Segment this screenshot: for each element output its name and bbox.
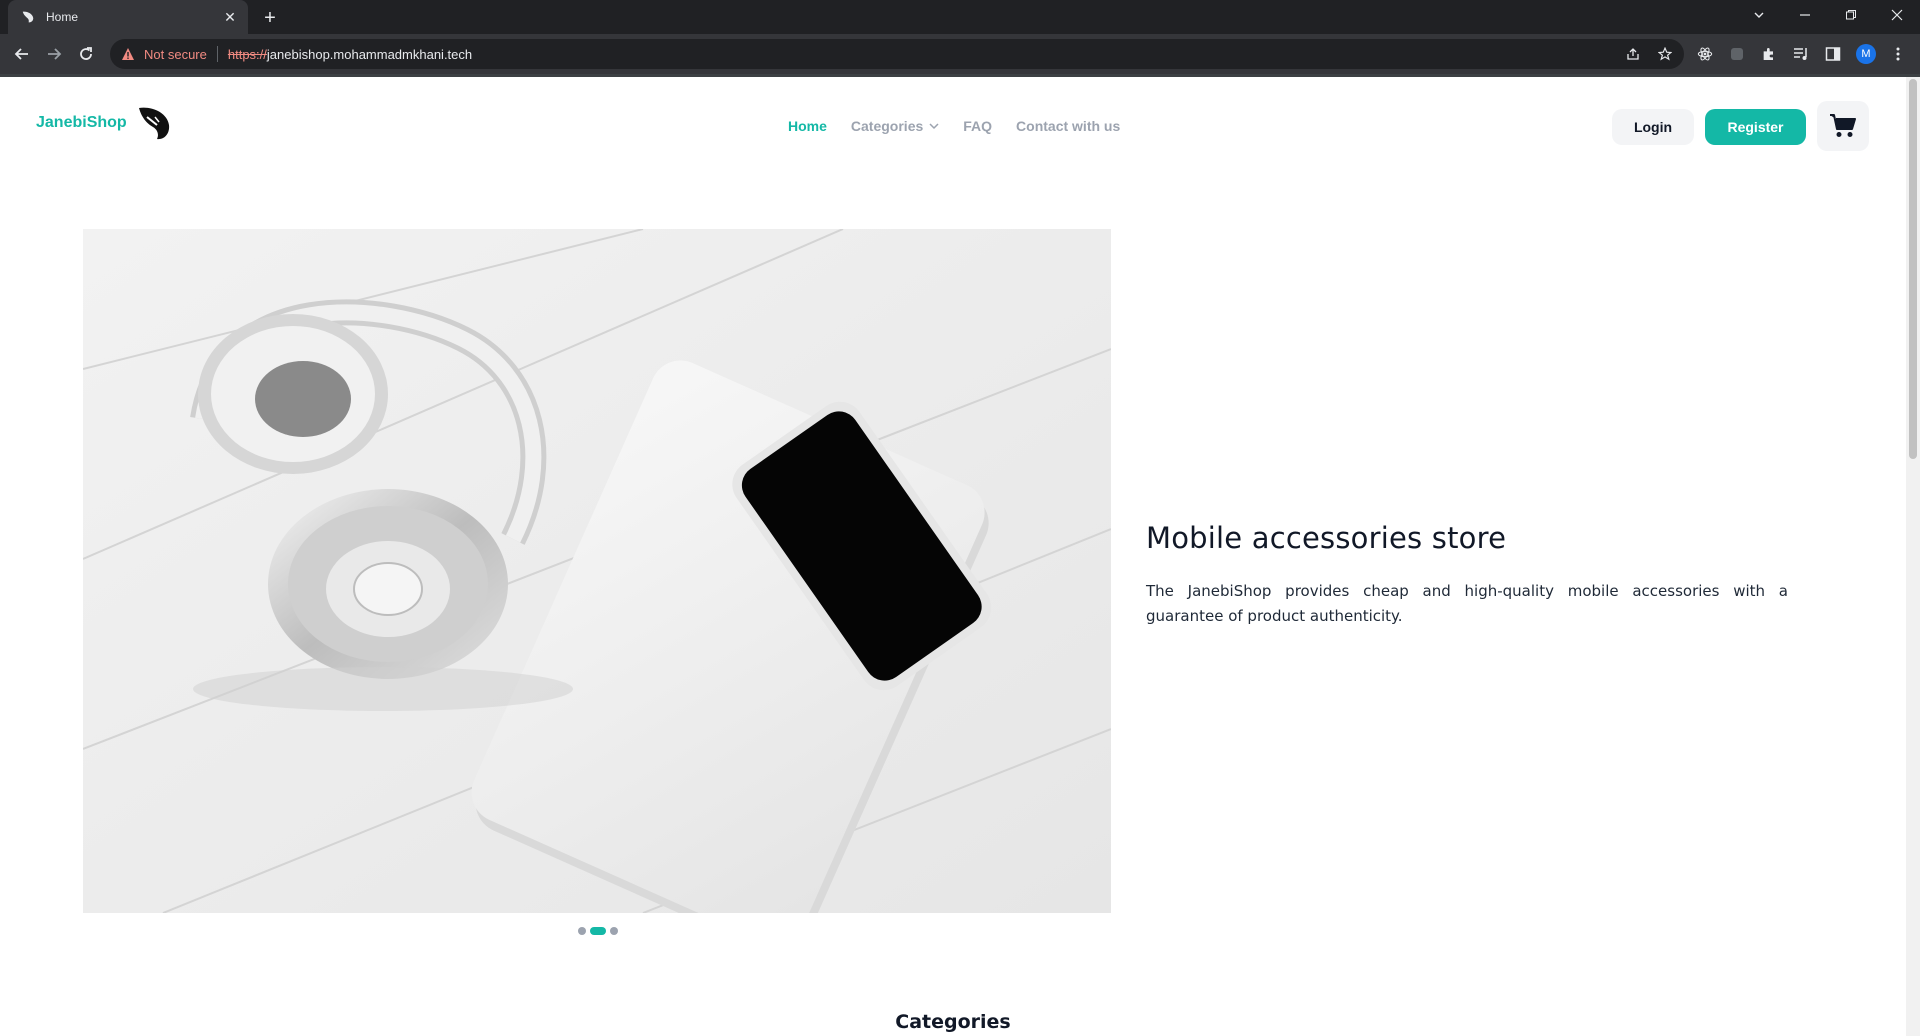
main-nav: Home Categories FAQ Contact with us xyxy=(788,118,1144,134)
warning-icon[interactable] xyxy=(120,46,136,62)
categories-section-title: Categories xyxy=(895,1011,1011,1033)
tab-search-icon[interactable] xyxy=(1736,0,1782,30)
login-button[interactable]: Login xyxy=(1612,109,1694,145)
restore-icon[interactable] xyxy=(1828,0,1874,30)
site-favicon-icon xyxy=(20,9,36,25)
chevron-down-icon xyxy=(929,123,939,130)
nav-categories[interactable]: Categories xyxy=(851,118,939,134)
carousel-dot-active[interactable] xyxy=(590,927,606,935)
carousel-indicators xyxy=(578,927,622,935)
brand-link[interactable]: JanebiShop xyxy=(36,105,171,141)
url-scheme: https:// xyxy=(227,46,267,62)
close-window-icon[interactable] xyxy=(1874,0,1920,30)
register-button[interactable]: Register xyxy=(1705,109,1806,145)
brand-name: JanebiShop xyxy=(36,114,127,131)
headphones-phone-photo xyxy=(83,229,1111,913)
nav-home[interactable]: Home xyxy=(788,118,827,134)
menu-icon[interactable] xyxy=(1888,44,1908,64)
page-scrollbar[interactable] xyxy=(1906,77,1920,1036)
carousel-dot[interactable] xyxy=(578,927,586,935)
minimize-icon[interactable] xyxy=(1782,0,1828,30)
profile-avatar[interactable]: M xyxy=(1856,44,1876,64)
tab-title: Home xyxy=(46,10,79,24)
new-tab-button[interactable]: + xyxy=(258,6,282,30)
hero-description: The JanebiShop provides cheap and high-q… xyxy=(1146,582,1788,625)
back-icon[interactable] xyxy=(8,40,36,68)
puzzle-icon[interactable] xyxy=(1759,44,1779,64)
brand-logo-icon xyxy=(138,107,169,140)
hero-text: Mobile accessories store The JanebiShop … xyxy=(1146,521,1788,629)
site-header: JanebiShop Home Categories FAQ Contact w… xyxy=(0,77,1906,177)
address-separator xyxy=(216,46,218,62)
cart-button[interactable] xyxy=(1817,101,1869,151)
nav-contact[interactable]: Contact with us xyxy=(1016,118,1120,134)
bookmark-star-icon[interactable] xyxy=(1654,43,1676,65)
hero-carousel-image[interactable] xyxy=(83,229,1111,913)
reload-icon[interactable] xyxy=(72,40,100,68)
security-label[interactable]: Not secure xyxy=(144,47,207,62)
carousel-dot[interactable] xyxy=(610,927,618,935)
nav-faq[interactable]: FAQ xyxy=(963,118,992,134)
cart-icon xyxy=(1830,114,1856,137)
nav-categories-label: Categories xyxy=(850,118,924,134)
browser-toolbar: Not secure https:// janebishop.mohammadm… xyxy=(0,34,1920,74)
page-viewport: JanebiShop Home Categories FAQ Contact w… xyxy=(0,77,1920,1036)
hero-title: Mobile accessories store xyxy=(1146,521,1507,555)
extension-icon[interactable] xyxy=(1727,44,1747,64)
tab-close-icon[interactable]: ✕ xyxy=(222,9,238,25)
browser-tabstrip: Home ✕ + xyxy=(0,0,1920,34)
react-devtools-icon[interactable] xyxy=(1695,44,1715,64)
sidepanel-icon[interactable] xyxy=(1823,44,1843,64)
address-bar[interactable]: Not secure https:// janebishop.mohammadm… xyxy=(110,39,1684,69)
media-icon[interactable] xyxy=(1791,44,1811,64)
url-host: janebishop.mohammadmkhani.tech xyxy=(266,46,473,62)
share-icon[interactable] xyxy=(1622,43,1644,65)
scrollbar-thumb[interactable] xyxy=(1909,79,1917,459)
browser-tab[interactable]: Home ✕ xyxy=(8,0,248,34)
forward-icon[interactable] xyxy=(40,40,68,68)
